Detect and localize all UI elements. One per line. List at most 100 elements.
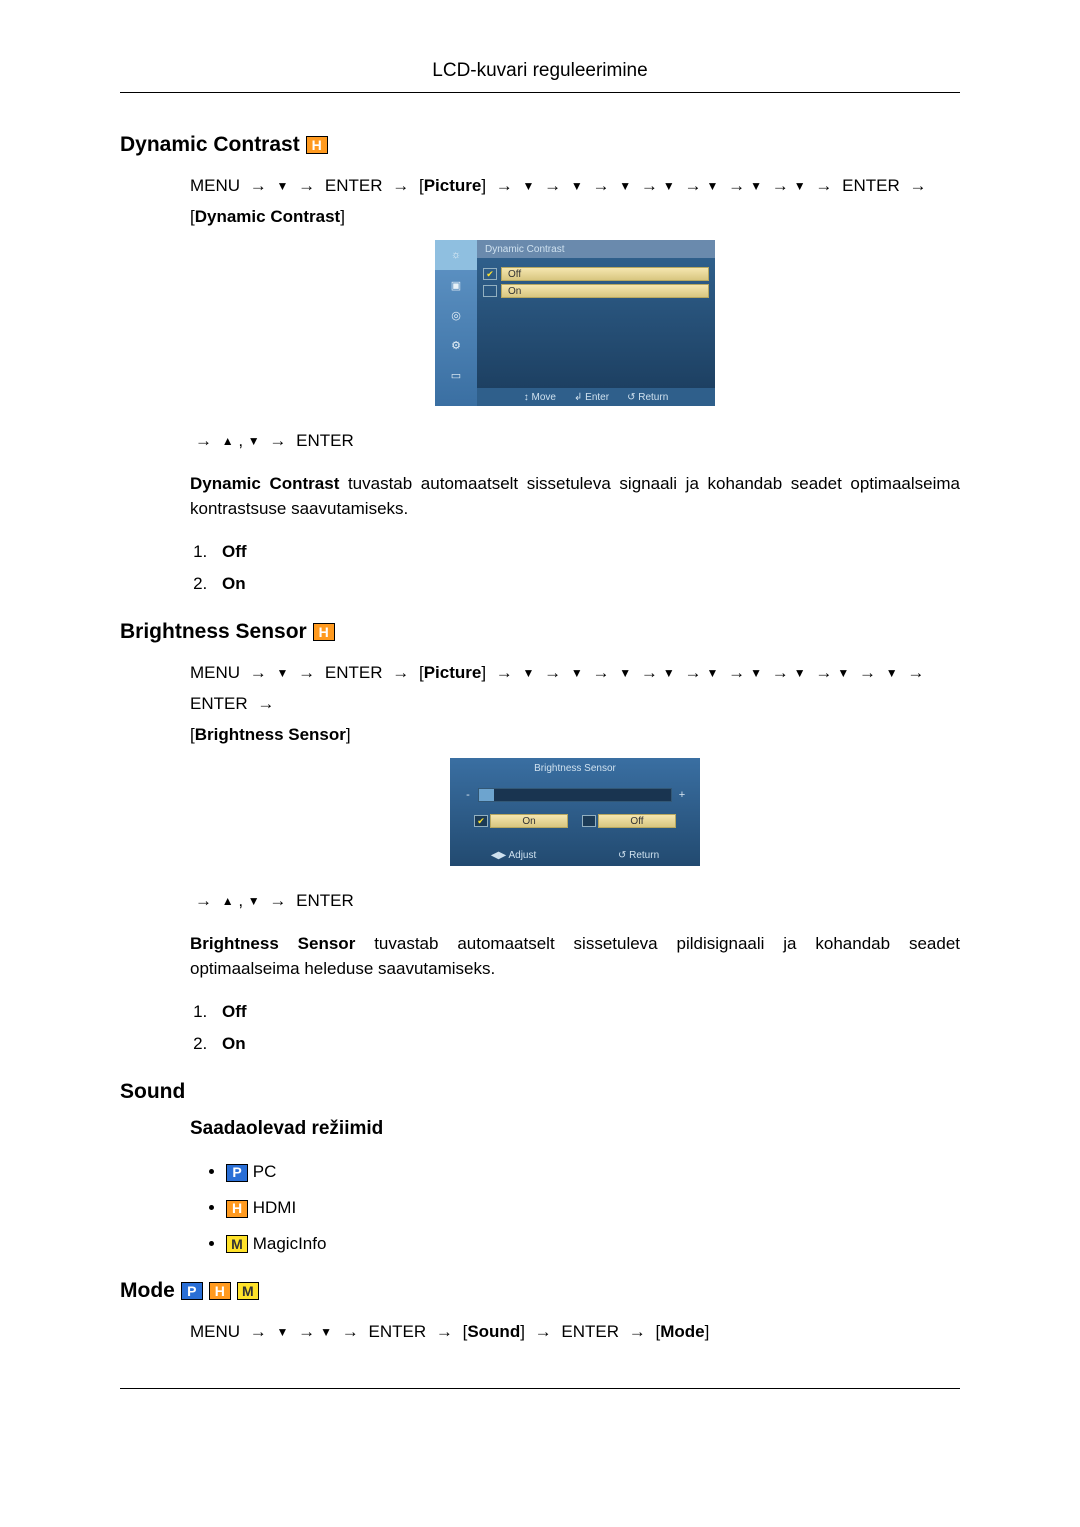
arrow-icon: → <box>496 658 513 689</box>
osd-on-button[interactable]: ✔ On <box>474 814 568 828</box>
arrow-icon: → <box>298 171 315 202</box>
arrow-icon: → <box>909 171 926 202</box>
arrow-icon: → <box>392 171 409 202</box>
arrow-icon: → <box>496 171 513 202</box>
arrow-icon: → <box>685 658 702 689</box>
osd-slider-row[interactable]: - + <box>464 788 686 802</box>
nav-picture: Picture <box>424 663 482 682</box>
arrow-icon: → <box>629 1317 646 1348</box>
dc-list: Off On <box>190 536 960 601</box>
h-icon: H <box>209 1282 231 1300</box>
osd-side-item[interactable]: ▭ <box>435 360 477 390</box>
osd-footer-return: ↺ Return <box>627 392 668 403</box>
arrow-icon: → <box>641 171 658 202</box>
image-icon: ▣ <box>451 279 461 292</box>
arrow-icon: → <box>544 658 561 689</box>
plus-label: + <box>678 789 686 801</box>
down-icon: ▼ <box>277 663 289 685</box>
arrow-icon: → <box>392 658 409 689</box>
nav-sound: Sound <box>467 1322 520 1341</box>
nav-menu: MENU <box>190 176 240 195</box>
list-item: H HDMI <box>226 1190 960 1226</box>
osd-option-off[interactable]: Off <box>501 267 709 281</box>
osd-dynamic-contrast: ☼ ▣ ◎ ⚙ ▭ Dynamic Contrast ✔ Off <box>435 240 715 406</box>
osd-side-item[interactable]: ☼ <box>435 240 477 270</box>
arrow-icon: → <box>593 171 610 202</box>
dc-body-lead: Dynamic Contrast <box>190 474 339 493</box>
arrow-icon: → <box>250 1317 267 1348</box>
osd-option-row[interactable]: On <box>483 284 709 298</box>
section-title-dynamic-contrast: Dynamic Contrast H <box>120 133 960 157</box>
osd-option-on[interactable]: On <box>501 284 709 298</box>
arrow-icon: → <box>772 658 789 689</box>
updown-icon: ↕ <box>524 392 529 403</box>
down-icon: ▼ <box>523 663 535 685</box>
osd-body: ✔ Off On <box>477 258 715 388</box>
osd-layout: ☼ ▣ ◎ ⚙ ▭ Dynamic Contrast ✔ Off <box>435 240 715 406</box>
osd-option-row[interactable]: ✔ Off <box>483 267 709 281</box>
section-title-text: Mode <box>120 1279 175 1303</box>
list-item: M MagicInfo <box>226 1226 960 1262</box>
check-icon-empty <box>582 815 596 827</box>
down-icon: ▼ <box>750 176 762 198</box>
osd-brightness-sensor: Brightness Sensor - + ✔ On Off <box>450 758 700 866</box>
mode-label: HDMI <box>253 1198 296 1217</box>
nav-enter: ENTER <box>190 694 248 713</box>
list-item: On <box>212 568 960 600</box>
label: Adjust <box>508 850 536 861</box>
down-icon: ▼ <box>523 176 535 198</box>
arrow-icon: → <box>342 1317 359 1348</box>
down-icon: ▼ <box>619 663 631 685</box>
osd-side-item[interactable]: ◎ <box>435 300 477 330</box>
arrow-icon: → <box>641 658 658 689</box>
list-label: On <box>222 574 246 593</box>
return-icon: ↺ <box>627 392 635 403</box>
down-icon: ▼ <box>663 176 675 198</box>
list-label: On <box>222 1034 246 1053</box>
bs-body-text: Brightness Sensor tuvastab automaatselt … <box>190 931 960 982</box>
nav-enter: ENTER <box>842 176 900 195</box>
section-title-brightness-sensor: Brightness Sensor H <box>120 620 960 644</box>
bs-nav-path: MENU → ▼ → ENTER → [Picture] → ▼ → ▼ → ▼… <box>190 658 960 750</box>
dc-after-nav: → ▲ , ▼ → ENTER <box>190 426 960 457</box>
bs-body-lead: Brightness Sensor <box>190 934 355 953</box>
osd-footer-return: ↺ Return <box>618 850 659 861</box>
off-label: Off <box>598 814 676 828</box>
leftright-icon: ◀▶ <box>491 850 506 861</box>
p-icon: P <box>226 1164 248 1182</box>
nav-enter: ENTER <box>296 431 354 450</box>
bottom-rule <box>120 1388 960 1389</box>
section-title-text: Brightness Sensor <box>120 620 307 644</box>
arrow-icon: → <box>298 658 315 689</box>
osd-side-item[interactable]: ▣ <box>435 270 477 300</box>
down-icon: ▼ <box>794 176 806 198</box>
h-icon: H <box>226 1200 248 1218</box>
osd-slider[interactable] <box>478 788 672 802</box>
down-icon: ▼ <box>750 663 762 685</box>
nav-enter: ENTER <box>296 891 354 910</box>
nav-enter: ENTER <box>325 176 383 195</box>
section-title-text: Dynamic Contrast <box>120 133 300 157</box>
arrow-icon: → <box>685 171 702 202</box>
arrow-icon: → <box>269 886 286 917</box>
osd-body: - + ✔ On Off <box>450 778 700 844</box>
osd-footer-enter: ↲ Enter <box>574 392 609 403</box>
check-icon-empty <box>483 285 497 297</box>
nav-enter: ENTER <box>369 1322 427 1341</box>
osd-side-item[interactable]: ⚙ <box>435 330 477 360</box>
list-item: On <box>212 1028 960 1060</box>
arrow-icon: → <box>815 171 832 202</box>
down-icon: ▼ <box>794 663 806 685</box>
osd-title: Dynamic Contrast <box>477 240 715 258</box>
down-icon: ▼ <box>320 1322 332 1344</box>
m-icon: M <box>226 1235 248 1253</box>
section-title-mode: Mode P H M <box>120 1279 960 1303</box>
down-icon: ▼ <box>571 663 583 685</box>
arrow-icon: → <box>593 658 610 689</box>
down-icon: ▼ <box>277 176 289 198</box>
osd-off-button[interactable]: Off <box>582 814 676 828</box>
osd-sidebar: ☼ ▣ ◎ ⚙ ▭ <box>435 240 477 406</box>
arrow-icon: → <box>195 886 212 917</box>
arrow-icon: → <box>907 658 924 689</box>
mode-label: PC <box>253 1162 277 1181</box>
